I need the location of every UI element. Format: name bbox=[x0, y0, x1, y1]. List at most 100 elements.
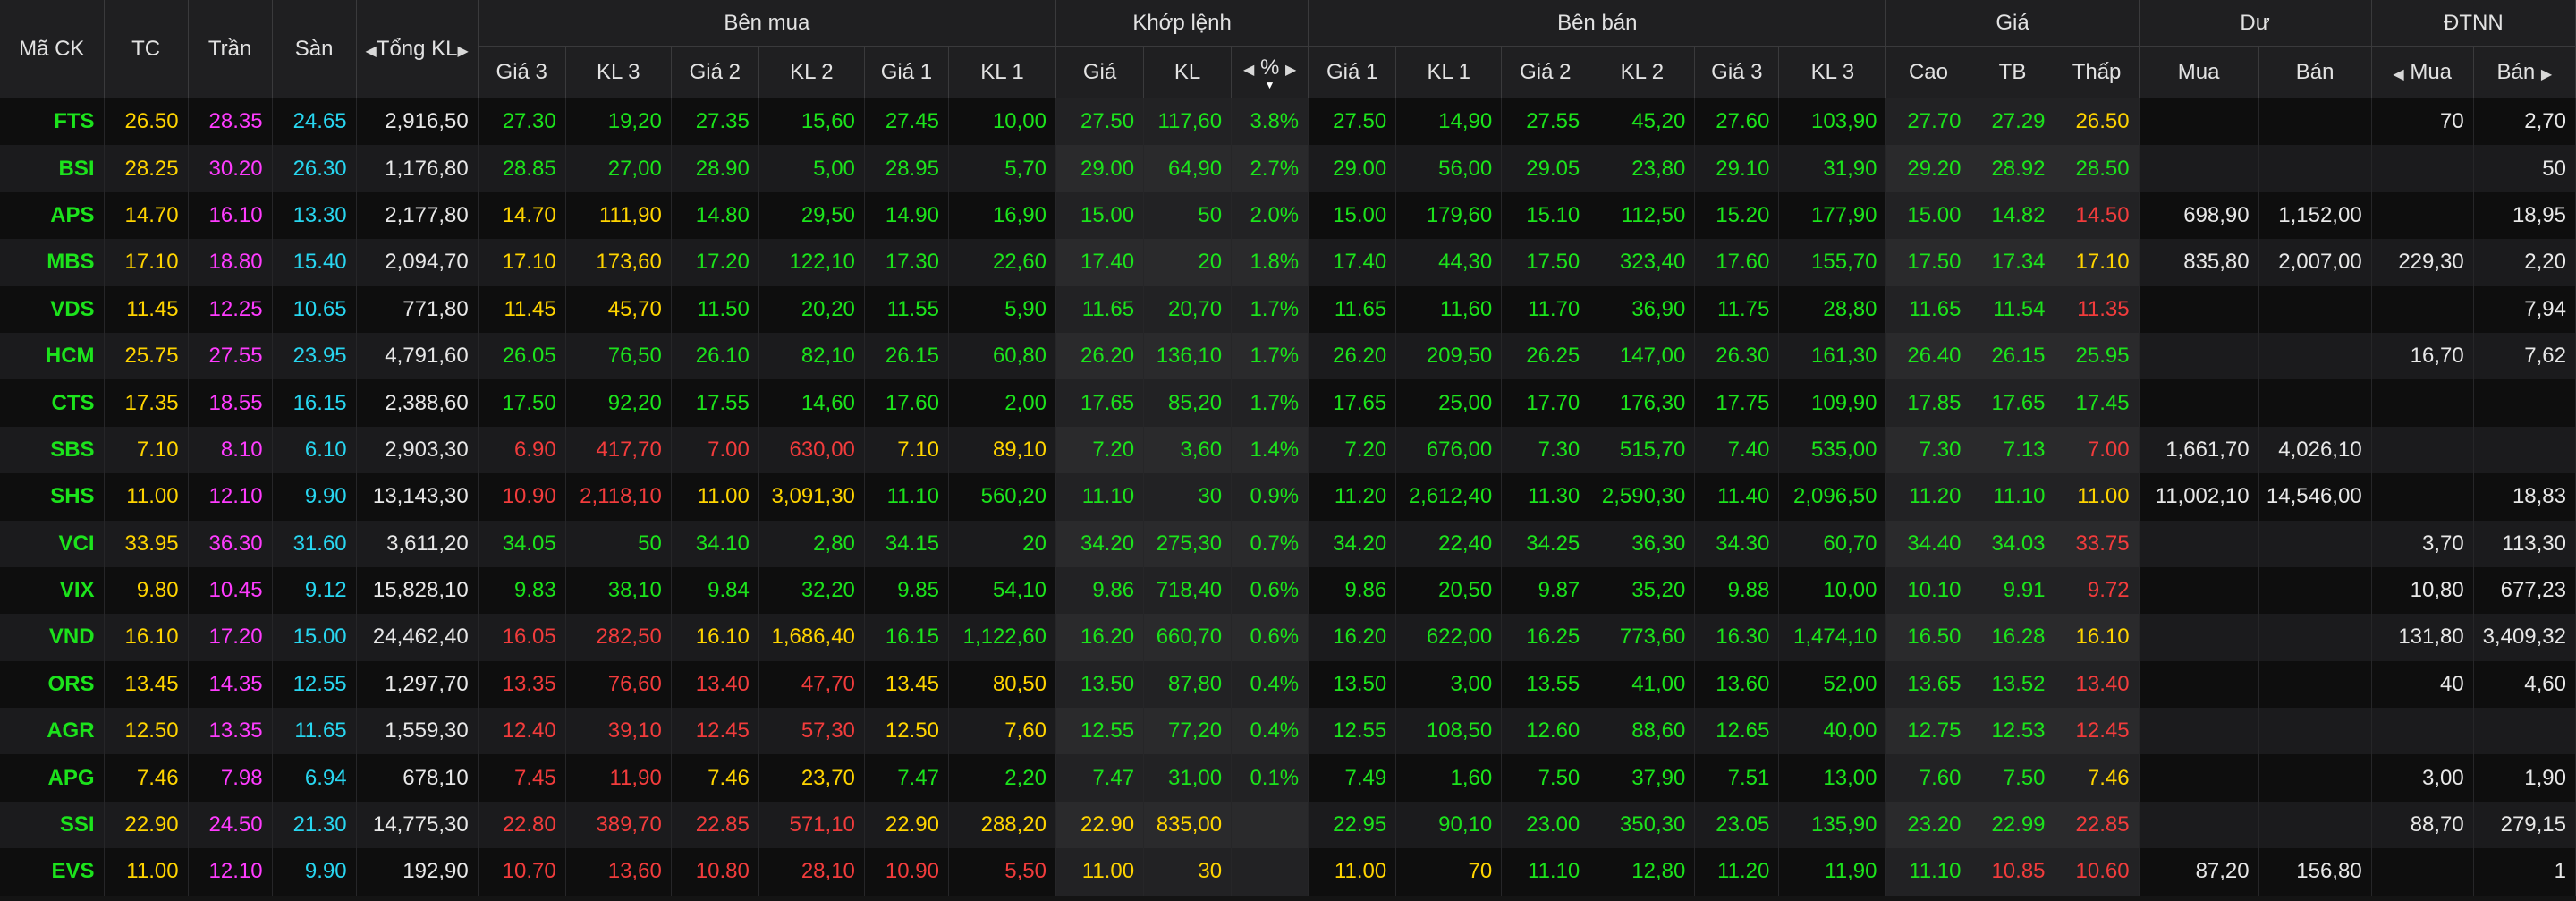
sell-price-1-cell: 27.50 bbox=[1308, 98, 1397, 146]
sell-vol-1-cell: 2,612,40 bbox=[1395, 473, 1503, 521]
remain-buy-cell: 11,002,10 bbox=[2139, 473, 2259, 521]
foreign-buy-cell bbox=[2371, 473, 2474, 521]
stock-row[interactable]: HCM 25.75 27.55 23.95 4,791,60 26.05 76,50 26.1… bbox=[0, 332, 2576, 380]
stock-row[interactable]: APG 7.46 7.98 6.94 678,10 7.45 11,90 7.46 23,70 7… bbox=[0, 754, 2576, 802]
sell-vol-2-cell: 35,20 bbox=[1589, 566, 1696, 615]
foreign-buy-cell bbox=[2371, 379, 2474, 427]
symbol-cell[interactable]: VCI bbox=[0, 520, 105, 567]
remain-sell-cell: 4,026,10 bbox=[2258, 426, 2372, 474]
stock-row[interactable]: SBS 7.10 8.10 6.10 2,903,30 6.90 417,70 7.00 630… bbox=[0, 426, 2576, 474]
sell-price-2-cell: 11.10 bbox=[1501, 848, 1590, 896]
symbol-cell[interactable]: VIX bbox=[0, 566, 105, 615]
col-buy-vol-2[interactable]: KL 2 bbox=[758, 46, 865, 98]
symbol-cell[interactable]: HCM bbox=[0, 332, 105, 380]
col-sell-vol-3[interactable]: KL 3 bbox=[1778, 46, 1887, 98]
col-sell-vol-2[interactable]: KL 2 bbox=[1589, 46, 1696, 98]
sort-desc-icon[interactable]: ▼ bbox=[1232, 80, 1308, 90]
col-foreign-buy[interactable]: ◀ Mua bbox=[2371, 46, 2474, 98]
col-buy-vol-1[interactable]: KL 1 bbox=[948, 46, 1057, 98]
stock-row[interactable]: BSI 28.25 30.20 26.30 1,176,80 28.85 27,00 28.9… bbox=[0, 145, 2576, 192]
symbol-cell[interactable]: SSI bbox=[0, 801, 105, 849]
buy-price-1-cell: 27.45 bbox=[864, 98, 949, 146]
buy-price-3-cell: 34.05 bbox=[478, 520, 566, 567]
match-price-cell: 7.47 bbox=[1055, 754, 1145, 802]
chevron-left-icon[interactable]: ◀ bbox=[1243, 63, 1254, 78]
col-buy-vol-3[interactable]: KL 3 bbox=[565, 46, 672, 98]
col-match-change[interactable]: ◀ % ▶ ▼ bbox=[1231, 46, 1309, 98]
buy-price-2-cell: 17.20 bbox=[671, 239, 759, 286]
symbol-cell[interactable]: VND bbox=[0, 614, 105, 661]
scroll-left-icon[interactable]: ◀ bbox=[365, 44, 376, 59]
symbol-cell[interactable]: ORS bbox=[0, 660, 105, 709]
stock-row[interactable]: APS 14.70 16.10 13.30 2,177,80 14.70 111,90 14.… bbox=[0, 191, 2576, 240]
sell-vol-1-cell: 11,60 bbox=[1395, 285, 1503, 333]
stock-row[interactable]: MBS 17.10 18.80 15.40 2,094,70 17.10 173,60 17.… bbox=[0, 239, 2576, 286]
col-buy-price-2[interactable]: Giá 2 bbox=[671, 46, 759, 98]
col-sell-price-3[interactable]: Giá 3 bbox=[1694, 46, 1780, 98]
symbol-cell[interactable]: VDS bbox=[0, 285, 105, 333]
symbol-cell[interactable]: FTS bbox=[0, 98, 105, 146]
col-remain-sell[interactable]: Bán bbox=[2258, 46, 2372, 98]
sell-vol-1-cell: 1,60 bbox=[1395, 754, 1503, 802]
stock-row[interactable]: FTS 26.50 28.35 24.65 2,916,50 27.30 19,20 27.3… bbox=[0, 98, 2576, 146]
stock-row[interactable]: VND 16.10 17.20 15.00 24,462,40 16.05 282,50 16… bbox=[0, 614, 2576, 661]
col-remain-buy[interactable]: Mua bbox=[2139, 46, 2259, 98]
col-sell-price-1[interactable]: Giá 1 bbox=[1308, 46, 1397, 98]
sell-vol-1-cell: 14,90 bbox=[1395, 98, 1503, 146]
col-sell-price-2[interactable]: Giá 2 bbox=[1501, 46, 1590, 98]
sell-vol-3-cell: 60,70 bbox=[1778, 520, 1887, 567]
col-buy-price-3[interactable]: Giá 3 bbox=[478, 46, 566, 98]
stock-row[interactable]: CTS 17.35 18.55 16.15 2,388,60 17.50 92,20 17.5… bbox=[0, 379, 2576, 427]
group-foreign: ĐTNN bbox=[2371, 0, 2576, 47]
col-sell-vol-1[interactable]: KL 1 bbox=[1395, 46, 1503, 98]
stock-row[interactable]: VIX 9.80 10.45 9.12 15,828,10 9.83 38,10 9.84 32… bbox=[0, 566, 2576, 615]
symbol-cell[interactable]: MBS bbox=[0, 239, 105, 286]
chevron-right-icon[interactable]: ▶ bbox=[2541, 67, 2552, 82]
symbol-cell[interactable]: SBS bbox=[0, 426, 105, 474]
col-ref-price[interactable]: TC bbox=[104, 0, 189, 98]
stock-row[interactable]: VCI 33.95 36.30 31.60 3,611,20 34.05 50 34.10 2,… bbox=[0, 520, 2576, 567]
col-match-vol[interactable]: KL bbox=[1143, 46, 1233, 98]
symbol-cell[interactable]: BSI bbox=[0, 145, 105, 192]
col-match-price[interactable]: Giá bbox=[1055, 46, 1145, 98]
ceiling-price-cell: 18.55 bbox=[188, 379, 273, 427]
buy-vol-3-cell: 38,10 bbox=[565, 566, 672, 615]
sell-price-1-cell: 17.40 bbox=[1308, 239, 1397, 286]
col-ceiling-price[interactable]: Trần bbox=[188, 0, 273, 98]
symbol-cell[interactable]: SHS bbox=[0, 473, 105, 521]
chevron-right-icon[interactable]: ▶ bbox=[1285, 63, 1296, 78]
stock-row[interactable]: AGR 12.50 13.35 11.65 1,559,30 12.40 39,10 12.4… bbox=[0, 708, 2576, 755]
symbol-cell[interactable]: APS bbox=[0, 191, 105, 240]
buy-vol-2-cell: 32,20 bbox=[758, 566, 865, 615]
stock-row[interactable]: EVS 11.00 12.10 9.90 192,90 10.70 13,60 10.80 28… bbox=[0, 848, 2576, 896]
col-foreign-sell[interactable]: Bán ▶ bbox=[2473, 46, 2576, 98]
remain-sell-cell bbox=[2258, 98, 2372, 146]
col-symbol[interactable]: Mã CK bbox=[0, 0, 105, 98]
col-avg[interactable]: TB bbox=[1970, 46, 2055, 98]
low-price-cell: 9.72 bbox=[2055, 566, 2140, 615]
stock-row[interactable]: VDS 11.45 12.25 10.65 771,80 11.45 45,70 11.50 2… bbox=[0, 285, 2576, 333]
chevron-left-icon[interactable]: ◀ bbox=[2393, 67, 2403, 82]
sell-vol-2-cell: 147,00 bbox=[1589, 332, 1696, 380]
stock-row[interactable]: SHS 11.00 12.10 9.90 13,143,30 10.90 2,118,10 1… bbox=[0, 473, 2576, 521]
col-buy-price-1[interactable]: Giá 1 bbox=[864, 46, 949, 98]
col-low[interactable]: Thấp bbox=[2055, 46, 2140, 98]
symbol-cell[interactable]: APG bbox=[0, 754, 105, 802]
col-total-volume[interactable]: ◀Tổng KL▶ bbox=[356, 0, 479, 98]
buy-price-3-cell: 26.05 bbox=[478, 332, 566, 380]
symbol-cell[interactable]: AGR bbox=[0, 708, 105, 755]
stock-row[interactable]: ORS 13.45 14.35 12.55 1,297,70 13.35 76,60 13.4… bbox=[0, 660, 2576, 709]
symbol-cell[interactable]: EVS bbox=[0, 848, 105, 896]
col-floor-price[interactable]: Sàn bbox=[272, 0, 357, 98]
stock-row[interactable]: SSI 22.90 24.50 21.30 14,775,30 22.80 389,70 22… bbox=[0, 801, 2576, 849]
col-foreign-sell-label: Bán bbox=[2496, 59, 2536, 84]
ceiling-price-cell: 14.35 bbox=[188, 660, 273, 709]
remain-sell-cell bbox=[2258, 285, 2372, 333]
buy-vol-1-cell: 16,90 bbox=[948, 191, 1057, 240]
buy-price-2-cell: 34.10 bbox=[671, 520, 759, 567]
buy-price-3-cell: 17.50 bbox=[478, 379, 566, 427]
scroll-right-icon[interactable]: ▶ bbox=[458, 44, 469, 59]
col-high[interactable]: Cao bbox=[1885, 46, 1971, 98]
symbol-cell[interactable]: CTS bbox=[0, 379, 105, 427]
sell-vol-2-cell: 176,30 bbox=[1589, 379, 1696, 427]
